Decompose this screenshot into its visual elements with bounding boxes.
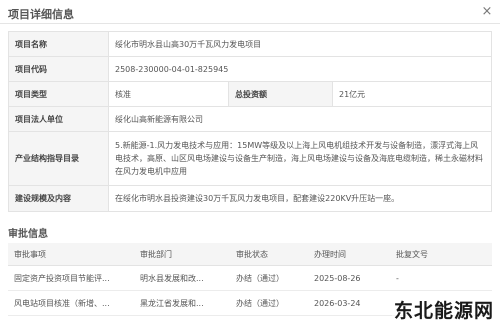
legal-entity-value: 绥化山高新能源有限公司	[108, 106, 492, 132]
close-icon[interactable]: ×	[480, 4, 494, 19]
approval-dept-cell: 黑龙江省发展和...	[134, 290, 230, 316]
title-divider	[0, 23, 500, 24]
construction-scale-value: 在绥化市明水县投资建设30万千瓦风力发电项目，配套建设220KV升压站一座。	[108, 185, 492, 212]
processing-time-cell: 2026-03-24	[308, 290, 390, 316]
site-watermark: 东北能源网	[391, 296, 496, 323]
investment-label: 总投资额	[228, 81, 333, 107]
name-label: 项目名称	[8, 31, 109, 57]
approval-item-cell: 风电站项目核准（新增、...	[8, 290, 134, 316]
header-approval-item: 审批事项	[8, 243, 134, 266]
processing-time-cell: 2025-08-26	[308, 265, 390, 291]
project-info-table: 项目名称 绥化市明水县山高30万千瓦风力发电项目 项目代码 2508-23000…	[8, 31, 492, 212]
approval-section-title: 审批信息	[8, 229, 48, 240]
info-row-name: 项目名称 绥化市明水县山高30万千瓦风力发电项目	[8, 31, 492, 57]
name-value: 绥化市明水县山高30万千瓦风力发电项目	[108, 31, 492, 57]
approval-doc-no-cell: -	[390, 265, 492, 291]
approval-dept-cell: 明水县发展和改...	[134, 265, 230, 291]
info-row-code: 项目代码 2508-230000-04-01-825945	[8, 56, 492, 82]
investment-value: 21亿元	[332, 81, 492, 107]
dialog-title: 项目详细信息	[8, 8, 74, 21]
header-approval-doc-no: 批复文号	[390, 243, 492, 266]
approval-header-row: 审批事项 审批部门 审批状态 办理时间 批复文号	[8, 243, 492, 266]
type-value: 核准	[108, 81, 229, 107]
legal-entity-label: 项目法人单位	[8, 106, 109, 132]
info-row-scale: 建设规模及内容 在绥化市明水县投资建设30万千瓦风力发电项目，配套建设220KV…	[8, 185, 492, 212]
header-processing-time: 办理时间	[308, 243, 390, 266]
industry-catalog-value: 5.新能源-1.风力发电技术与应用：15MW等级及以上海上风电机组技术开发与设备…	[108, 131, 492, 186]
construction-scale-label: 建设规模及内容	[8, 185, 109, 212]
approval-status-cell: 办结（通过）	[230, 290, 308, 316]
table-row: 固定资产投资项目节能评... 明水县发展和改... 办结（通过） 2025-08…	[8, 265, 492, 291]
approval-status-cell: 办结（通过）	[230, 265, 308, 291]
info-row-type: 项目类型 核准 总投资额 21亿元	[8, 81, 492, 107]
info-row-industry: 产业结构指导目录 5.新能源-1.风力发电技术与应用：15MW等级及以上海上风电…	[8, 131, 492, 186]
info-row-legal: 项目法人单位 绥化山高新能源有限公司	[8, 106, 492, 132]
header-approval-dept: 审批部门	[134, 243, 230, 266]
code-label: 项目代码	[8, 56, 109, 82]
approval-item-cell: 固定资产投资项目节能评...	[8, 265, 134, 291]
header-approval-status: 审批状态	[230, 243, 308, 266]
code-value: 2508-230000-04-01-825945	[108, 56, 492, 82]
industry-catalog-label: 产业结构指导目录	[8, 131, 109, 186]
type-label: 项目类型	[8, 81, 109, 107]
